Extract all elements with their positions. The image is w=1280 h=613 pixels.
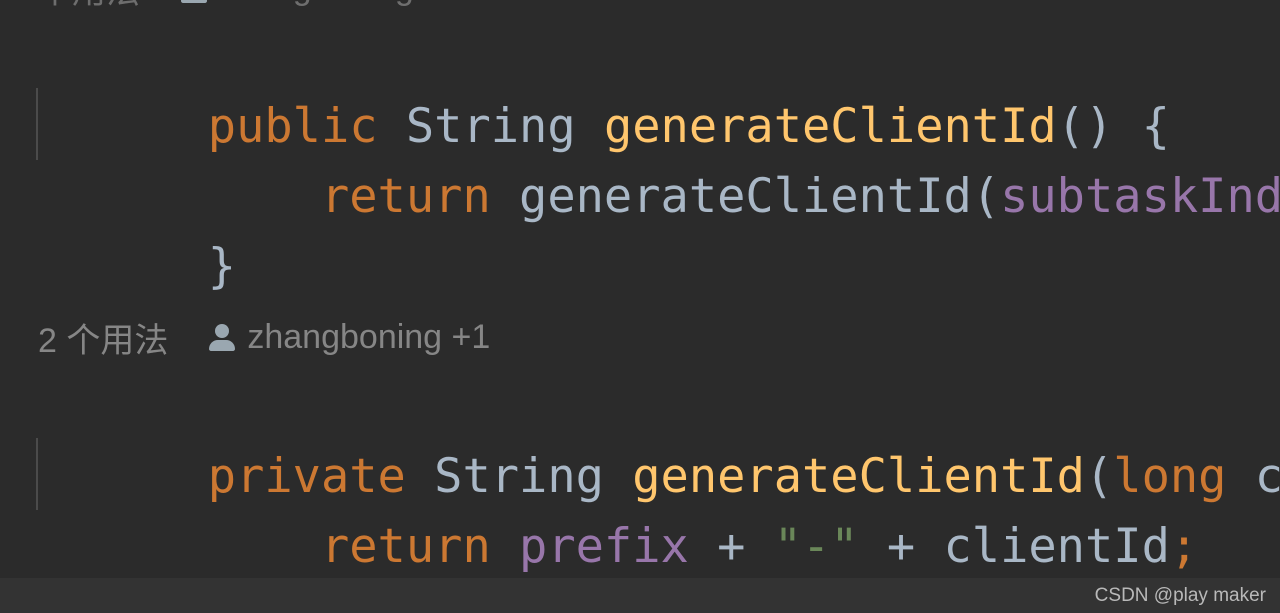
- clipped-author-group[interactable]: zhangboning +1: [180, 0, 462, 8]
- watermark-text: CSDN @play maker: [1094, 585, 1266, 606]
- code-vision-hint[interactable]: 2 个用法 zhangboning +1: [38, 312, 490, 362]
- code-vision-usages-label[interactable]: 2 个用法: [38, 313, 168, 362]
- editor-code-area[interactable]: 个用法 zhangboning +1 public String generat…: [0, 0, 1280, 578]
- person-icon: [208, 322, 236, 352]
- clipped-usages-label[interactable]: 个用法: [38, 0, 140, 13]
- token-close-brace: }: [207, 239, 237, 294]
- code-vision-author-group[interactable]: zhangboning +1: [208, 318, 490, 357]
- code-editor[interactable]: 个用法 zhangboning +1 public String generat…: [0, 0, 1280, 613]
- clipped-author-label[interactable]: zhangboning +1: [219, 0, 462, 8]
- code-vision-author-label[interactable]: zhangboning +1: [247, 318, 490, 357]
- person-icon: [180, 0, 208, 4]
- clipped-code-vision-hint[interactable]: 个用法 zhangboning +1: [38, 0, 462, 13]
- code-line-method2-close[interactable]: }: [0, 512, 1280, 578]
- watermark-bar: CSDN @play maker: [0, 578, 1280, 613]
